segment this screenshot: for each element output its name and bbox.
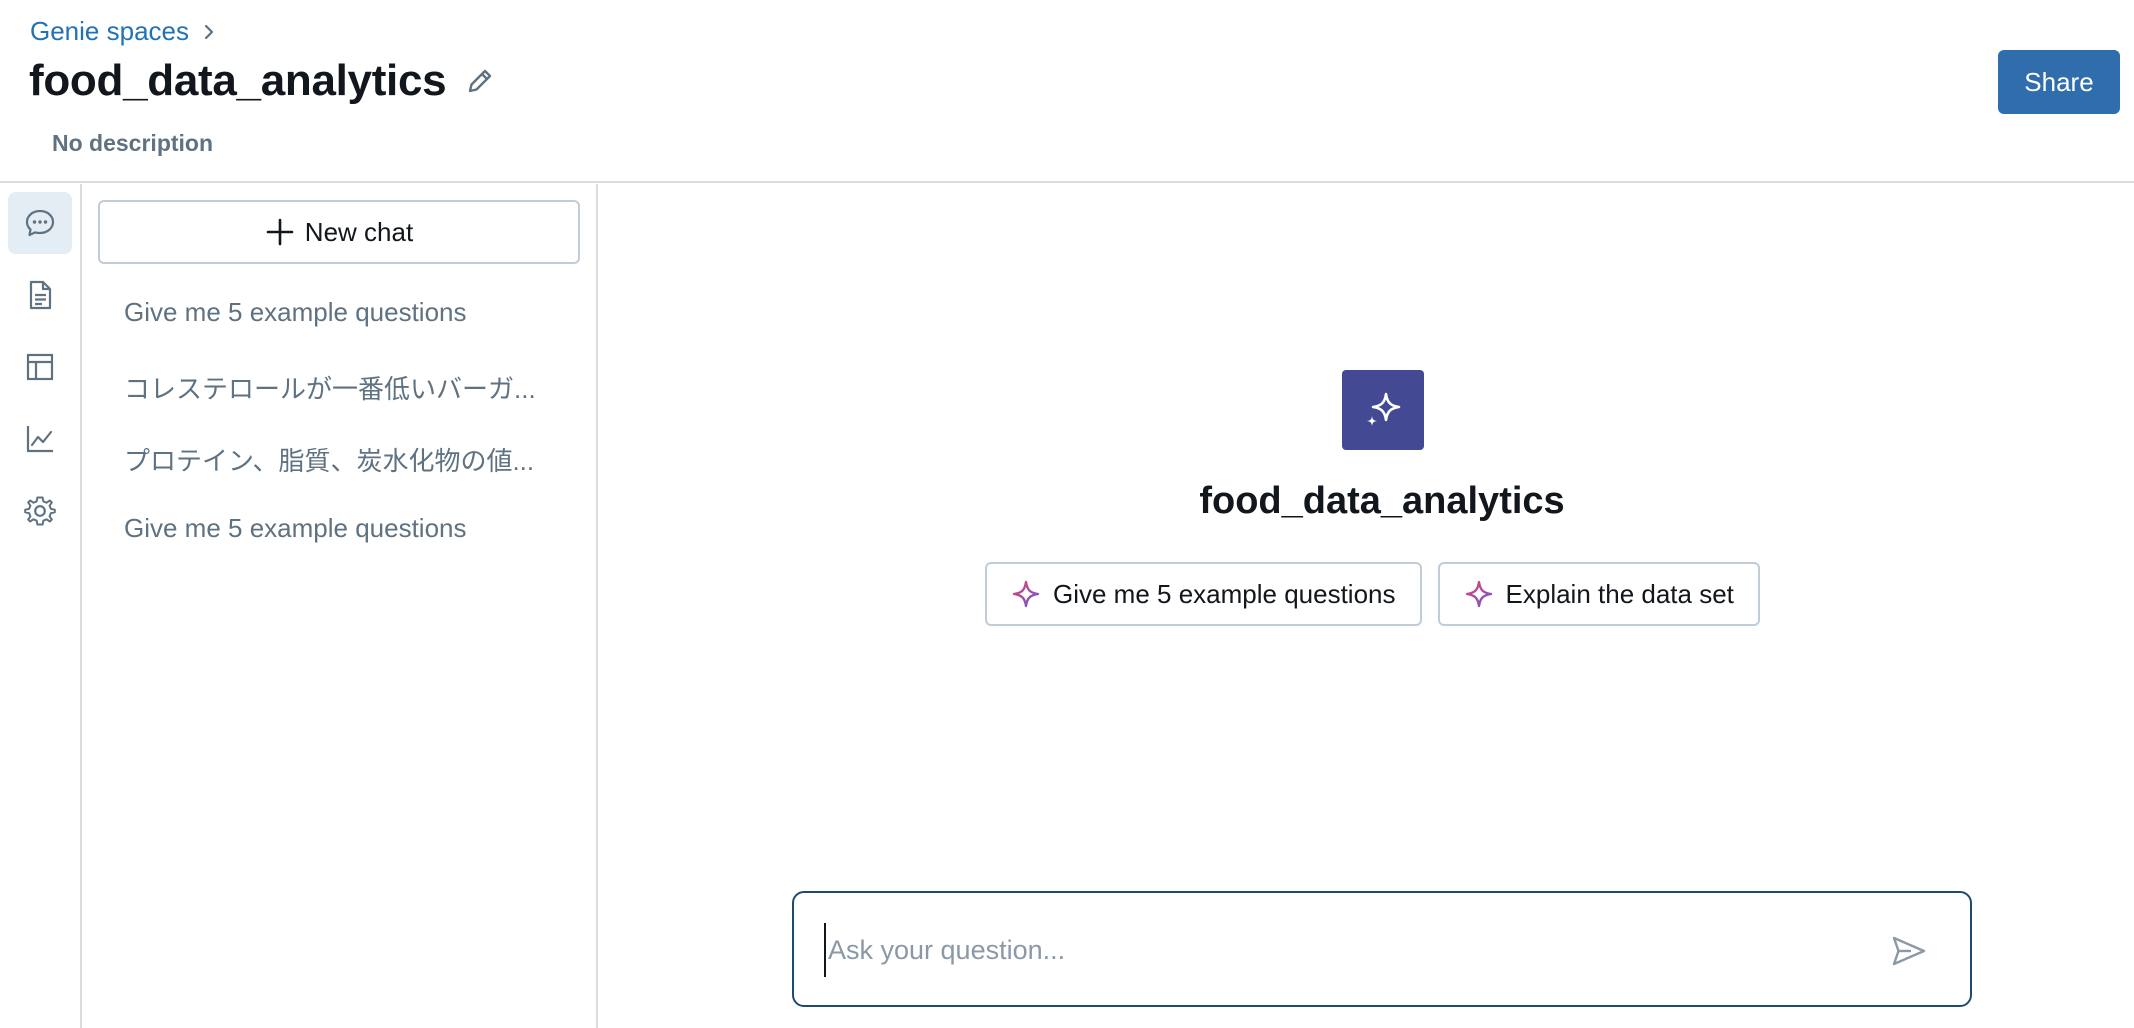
chat-history-item[interactable]: Give me 5 example questions xyxy=(124,513,564,544)
suggestion-button-explain-data-set[interactable]: Explain the data set xyxy=(1437,562,1760,626)
share-button[interactable]: Share xyxy=(1998,50,2120,114)
chat-bubble-icon xyxy=(25,209,55,237)
rail-item-analytics[interactable] xyxy=(8,408,72,470)
page-title: food_data_analytics xyxy=(29,56,447,105)
send-icon xyxy=(1892,936,1926,966)
chat-history-item[interactable]: コレステロールが一番低いバーガ... xyxy=(124,369,564,406)
rail-item-instructions[interactable] xyxy=(8,264,72,326)
question-composer xyxy=(792,891,1972,1007)
table-icon xyxy=(26,353,54,381)
rail-item-settings[interactable] xyxy=(8,480,72,542)
page-header: Genie spaces food_data_analytics No desc… xyxy=(0,0,2134,183)
new-chat-button[interactable]: New chat xyxy=(98,200,580,264)
chat-history-panel: New chat Give me 5 example questions コレス… xyxy=(82,184,598,1028)
suggestion-label: Explain the data set xyxy=(1505,578,1734,609)
new-chat-label: New chat xyxy=(304,216,414,247)
gear-icon xyxy=(24,496,56,526)
space-name-heading: food_data_analytics xyxy=(1199,480,1565,522)
rail-item-chats[interactable] xyxy=(8,192,72,254)
ask-question-input[interactable] xyxy=(824,923,1824,977)
sparkle-icon xyxy=(1012,580,1040,608)
chevron-right-icon xyxy=(203,23,215,41)
suggested-prompts: Give me 5 example questions Explain the … xyxy=(985,562,1760,626)
pencil-icon[interactable] xyxy=(464,65,496,97)
sparkle-icon xyxy=(1367,392,1401,426)
suggestion-label: Give me 5 example questions xyxy=(1053,578,1396,609)
sparkle-icon xyxy=(1465,580,1492,608)
chat-main-area: food_data_analytics Give me 5 example qu… xyxy=(598,184,2134,1028)
chat-history-item[interactable]: プロテイン、脂質、炭水化物の値... xyxy=(124,441,564,478)
genie-sparkle-logo xyxy=(1342,370,1424,450)
suggestion-button-example-questions[interactable]: Give me 5 example questions xyxy=(985,562,1422,626)
rail-item-data[interactable] xyxy=(8,336,72,398)
line-chart-icon xyxy=(26,426,53,453)
send-button[interactable] xyxy=(1884,927,1934,975)
space-description: No description xyxy=(52,130,214,156)
breadcrumb-genie-spaces-link[interactable]: Genie spaces xyxy=(30,16,189,47)
side-icon-rail xyxy=(0,184,82,1028)
plus-icon xyxy=(266,218,294,246)
breadcrumb: Genie spaces xyxy=(30,16,215,47)
chat-history-item[interactable]: Give me 5 example questions xyxy=(124,297,564,328)
title-row: food_data_analytics xyxy=(29,56,496,106)
document-icon xyxy=(29,280,52,310)
